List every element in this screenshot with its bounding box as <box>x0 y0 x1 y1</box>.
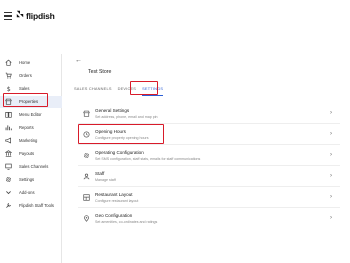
sidebar-item-payouts[interactable]: Payouts <box>0 148 62 160</box>
gear-icon <box>5 176 12 183</box>
sidebar-item-sales-channels[interactable]: Sales Channels <box>0 161 62 173</box>
sidebar-item-label: Properties <box>19 99 39 104</box>
brand-logo[interactable]: flipdish <box>16 10 55 21</box>
chevron-right-icon: › <box>330 152 332 158</box>
chevron-right-icon: › <box>330 215 332 221</box>
settings-row-subtitle: Set SMS configuration, staff stats, emai… <box>95 157 201 161</box>
settings-row-subtitle: Manage staff <box>95 178 116 182</box>
brand-name: flipdish <box>26 10 55 21</box>
tab-settings[interactable]: SETTINGS <box>142 84 164 96</box>
menu-book-icon <box>5 111 12 118</box>
settings-row-general[interactable]: General Settings Set address, phone, ema… <box>78 104 340 124</box>
dollar-icon: $ <box>5 85 12 92</box>
channels-icon <box>5 163 12 170</box>
sidebar-item-label: Flipdish Staff Tools <box>19 203 54 208</box>
sidebar-item-staff-tools[interactable]: Flipdish Staff Tools <box>0 200 62 212</box>
svg-text:$: $ <box>7 86 11 92</box>
sidebar-item-label: Sales <box>19 86 30 91</box>
tab-bar: SALES CHANNELS DEVICES SETTINGS <box>74 84 169 96</box>
sidebar-item-marketing[interactable]: Marketing <box>0 135 62 147</box>
settings-row-subtitle: Configure restaurant layout <box>95 199 139 203</box>
sidebar-item-label: Home <box>19 60 31 65</box>
back-arrow-icon[interactable]: ← <box>75 57 82 64</box>
sidebar-item-settings[interactable]: Settings <box>0 174 62 186</box>
sidebar-item-orders[interactable]: Orders <box>0 70 62 82</box>
layout-icon <box>83 194 90 201</box>
settings-row-restaurant-layout[interactable]: Restaurant Layout Configure restaurant l… <box>78 188 340 208</box>
sidebar-item-label: Settings <box>19 177 35 182</box>
gear-icon <box>83 152 90 159</box>
settings-row-geo-config[interactable]: Geo Configuration Set amenities, co-ordi… <box>78 209 340 229</box>
settings-row-title: Restaurant Layout <box>95 192 133 197</box>
settings-row-subtitle: Configure property opening hours <box>95 136 149 140</box>
tab-devices[interactable]: DEVICES <box>118 84 136 96</box>
tab-sales-channels[interactable]: SALES CHANNELS <box>74 84 112 96</box>
flipdish-logo-icon <box>16 10 24 21</box>
chevron-right-icon: › <box>330 194 332 200</box>
page-title: Test Store <box>88 69 112 75</box>
settings-row-title: Staff <box>95 171 105 176</box>
sidebar-item-label: Payouts <box>19 151 35 156</box>
sidebar-item-home[interactable]: Home <box>0 57 62 69</box>
store-icon <box>5 98 12 105</box>
sidebar-nav: Home Orders $ Sales Properties Menu Edit… <box>0 54 62 263</box>
sidebar-item-reports[interactable]: Reports <box>0 122 62 134</box>
settings-row-title: Geo Configuration <box>95 213 133 218</box>
sidebar-item-label: Menu Editor <box>19 112 42 117</box>
settings-row-title: Operating Configuration <box>95 150 144 155</box>
location-icon <box>83 215 90 222</box>
sidebar-item-label: Reports <box>19 125 34 130</box>
settings-row-subtitle: Set amenities, co-ordinates and ratings <box>95 220 158 224</box>
store-icon <box>83 110 90 117</box>
bank-icon <box>5 150 12 157</box>
sidebar-item-add-ons[interactable]: Add-ons <box>0 187 62 199</box>
top-bar: flipdish <box>0 0 350 38</box>
sidebar-item-label: Marketing <box>19 138 38 143</box>
settings-row-staff[interactable]: Staff Manage staff › <box>78 167 340 187</box>
settings-row-opening-hours[interactable]: Opening Hours Configure property opening… <box>78 125 340 145</box>
clock-icon <box>83 131 90 138</box>
chevron-right-icon: › <box>330 173 332 179</box>
cart-icon <box>5 72 12 79</box>
settings-row-operating-config[interactable]: Operating Configuration Set SMS configur… <box>78 146 340 166</box>
sidebar-item-menu-editor[interactable]: Menu Editor <box>0 109 62 121</box>
people-icon <box>83 173 90 180</box>
sidebar-item-properties[interactable]: Properties <box>0 96 62 108</box>
main-content: ← Test Store SALES CHANNELS DEVICES SETT… <box>62 38 350 263</box>
chevron-right-icon: › <box>330 131 332 137</box>
sidebar-item-label: Sales Channels <box>19 164 49 169</box>
sidebar-item-label: Orders <box>19 73 32 78</box>
chevron-right-icon: › <box>330 110 332 116</box>
settings-row-subtitle: Set address, phone, email and map pin <box>95 115 158 119</box>
home-icon <box>5 59 12 66</box>
sidebar-item-label: Add-ons <box>19 190 35 195</box>
chevron-down-icon <box>5 189 12 196</box>
chart-icon <box>5 124 12 131</box>
sidebar-item-sales[interactable]: $ Sales <box>0 83 62 95</box>
settings-row-title: General Settings <box>95 108 130 113</box>
tools-icon <box>5 202 12 209</box>
megaphone-icon <box>5 137 12 144</box>
hamburger-icon[interactable] <box>4 12 12 20</box>
settings-row-title: Opening Hours <box>95 129 126 134</box>
